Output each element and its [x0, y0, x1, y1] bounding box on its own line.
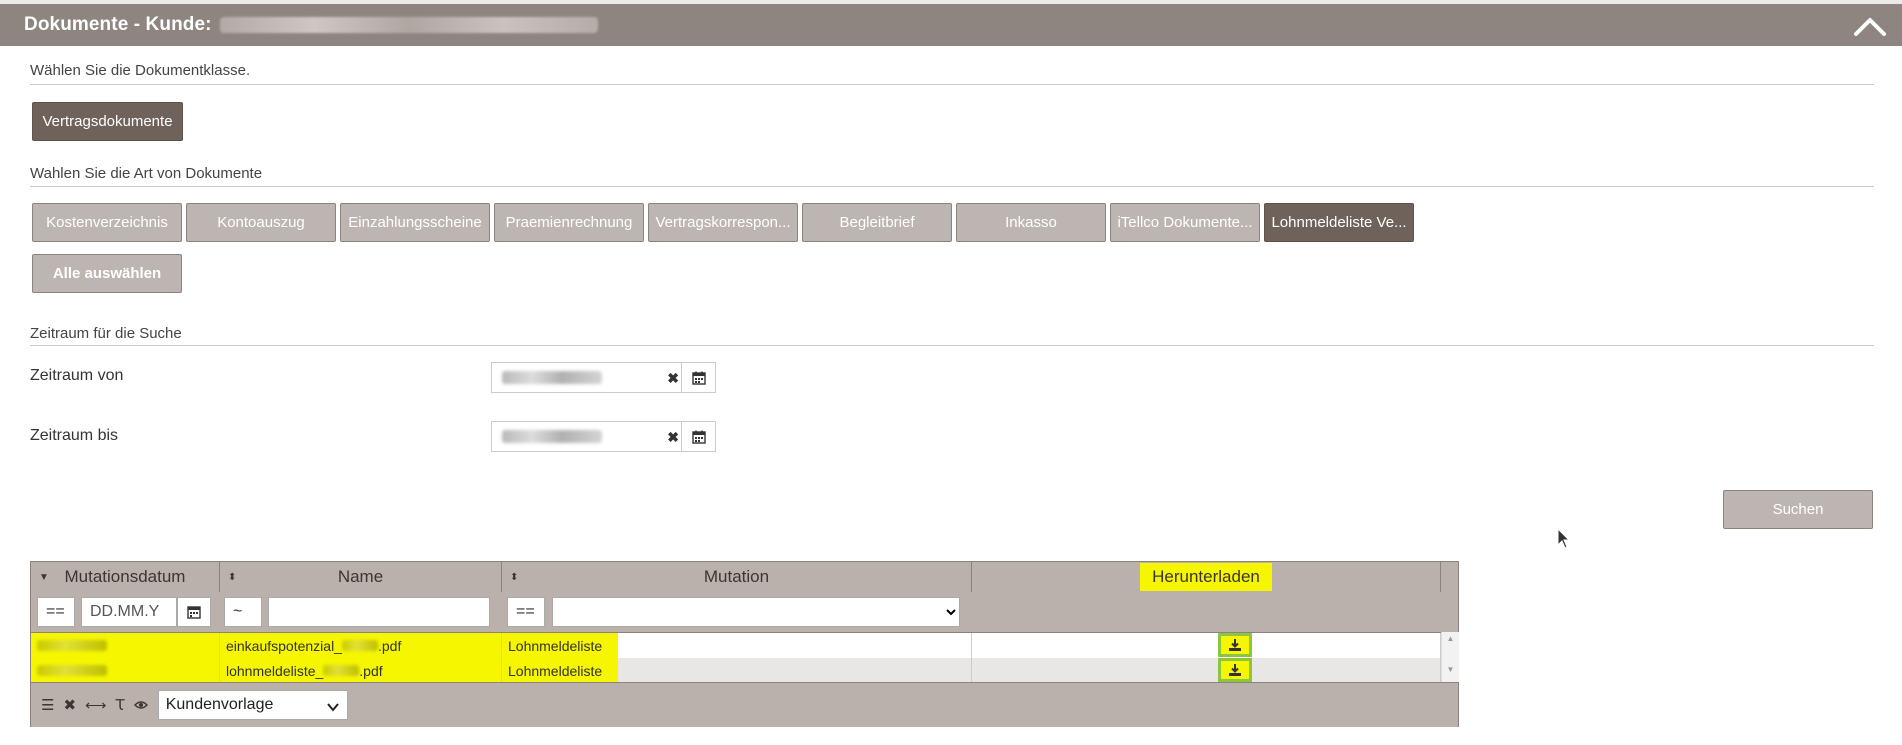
mouse-cursor-icon — [1557, 528, 1571, 549]
mutation-filter-operator[interactable]: == — [507, 597, 545, 627]
sort-desc-icon[interactable]: ▼ — [39, 572, 49, 583]
cell-mutation: Lohnmeldeliste — [502, 658, 972, 683]
doc-class-vertragsdokumente-button[interactable]: Vertragsdokumente — [32, 102, 183, 141]
doc-type-itellco-button[interactable]: iTellco Dokumente... — [1110, 203, 1260, 242]
cell-mutationsdatum — [31, 658, 220, 683]
date-from-label: Zeitraum von — [30, 367, 124, 384]
column-header-name[interactable]: ⬍ Name — [220, 562, 502, 592]
calendar-icon[interactable] — [681, 422, 715, 451]
scroll-down-icon[interactable]: ▼ — [1442, 665, 1459, 674]
clear-icon[interactable]: ✖ — [667, 429, 679, 446]
grid-scrollbar[interactable]: ▲ ▼ — [1441, 632, 1459, 682]
column-header-herunterladen: Herunterladen — [972, 562, 1441, 592]
cell-mutation: Lohnmeldeliste — [502, 633, 972, 658]
column-header-mutationsdatum[interactable]: ▼ Mutationsdatum — [31, 562, 220, 592]
column-header-mutation[interactable]: ⬍ Mutation — [502, 562, 972, 592]
chevron-down-icon[interactable] — [326, 699, 339, 717]
doc-type-einzahlungsscheine-button[interactable]: Einzahlungsscheine — [340, 203, 490, 242]
mutation-filter-dropdown[interactable] — [553, 598, 959, 626]
doc-type-lohnmeldeliste-button[interactable]: Lohnmeldeliste Ve... — [1264, 203, 1414, 242]
chevron-up-icon[interactable] — [1852, 12, 1888, 38]
doc-type-begleitbrief-button[interactable]: Begleitbrief — [802, 203, 952, 242]
cell-download — [972, 633, 1441, 658]
calendar-icon[interactable] — [681, 363, 715, 392]
date-to-input[interactable]: ✖ — [491, 421, 716, 452]
doc-type-inkasso-button[interactable]: Inkasso — [956, 203, 1106, 242]
doc-type-kostenverzeichnis-button[interactable]: Kostenverzeichnis — [32, 203, 182, 242]
cell-name: einkaufspotenzial_ .pdf — [220, 633, 502, 658]
layout-select[interactable]: Kundenvorlage — [157, 690, 348, 720]
divider — [30, 84, 1874, 85]
search-button[interactable]: Suchen — [1723, 490, 1873, 529]
panel-header: Dokumente - Kunde: — [0, 4, 1902, 46]
date-filter-operator[interactable]: == — [37, 597, 75, 627]
resize-columns-icon[interactable]: ⟷ — [85, 696, 107, 714]
divider — [30, 186, 1874, 187]
cell-name: lohnmeldeliste_ .pdf — [220, 658, 502, 683]
grid-filter-row: == DD.MM.Y ~ == — [31, 592, 1458, 633]
redacted-date — [502, 371, 602, 384]
doc-type-praemienrechnung-button[interactable]: Praemienrechnung — [494, 203, 644, 242]
document-class-label: Wählen Sie die Dokumentklasse. — [30, 62, 251, 79]
grid-header: ▼ Mutationsdatum ⬍ Name ⬍ Mutation Herun… — [31, 562, 1458, 593]
date-filter-input[interactable]: DD.MM.Y — [81, 597, 177, 627]
name-filter-operator[interactable]: ~ — [224, 597, 262, 627]
cell-mutationsdatum — [31, 633, 220, 658]
grid-footer: ☰ ✖ ⟷ Ꚍ Kundenvorlage — [31, 682, 1458, 727]
list-icon[interactable]: ☰ — [41, 696, 54, 714]
download-icon[interactable] — [1218, 633, 1252, 657]
name-filter-input[interactable] — [268, 597, 490, 627]
eye-icon[interactable] — [133, 700, 148, 710]
doc-type-kontoauszug-button[interactable]: Kontoauszug — [186, 203, 336, 242]
date-to-label: Zeitraum bis — [30, 427, 119, 444]
select-all-button[interactable]: Alle auswählen — [32, 254, 182, 293]
scroll-up-icon[interactable]: ▲ — [1442, 634, 1459, 643]
sort-icon[interactable]: ⬍ — [510, 572, 518, 583]
clear-icon[interactable]: ✖ — [63, 696, 76, 714]
document-type-label: Wahlen Sie die Art von Dokumente — [30, 165, 263, 182]
period-section-label: Zeitraum für die Suche — [30, 325, 182, 342]
redacted-date — [502, 430, 602, 443]
divider — [30, 345, 1874, 346]
calendar-icon[interactable] — [177, 597, 211, 627]
table-row[interactable]: lohnmeldeliste_ .pdf Lohnmeldeliste — [31, 658, 1458, 683]
clear-icon[interactable]: ✖ — [667, 370, 679, 387]
panel-title: Dokumente - Kunde: — [24, 14, 212, 35]
download-icon[interactable] — [1218, 658, 1252, 682]
redacted-customer-name — [219, 17, 598, 33]
table-row[interactable]: einkaufspotenzial_ .pdf Lohnmeldeliste — [31, 633, 1458, 658]
documents-grid: ▼ Mutationsdatum ⬍ Name ⬍ Mutation Herun… — [30, 561, 1459, 727]
text-format-icon[interactable]: Ꚍ — [116, 696, 125, 714]
cell-download — [972, 658, 1441, 683]
date-from-input[interactable]: ✖ — [491, 362, 716, 393]
sort-icon[interactable]: ⬍ — [228, 572, 236, 583]
doc-type-vertragskorrespondenz-button[interactable]: Vertragskorrespon... — [648, 203, 798, 242]
mutation-filter-select[interactable] — [552, 597, 960, 627]
